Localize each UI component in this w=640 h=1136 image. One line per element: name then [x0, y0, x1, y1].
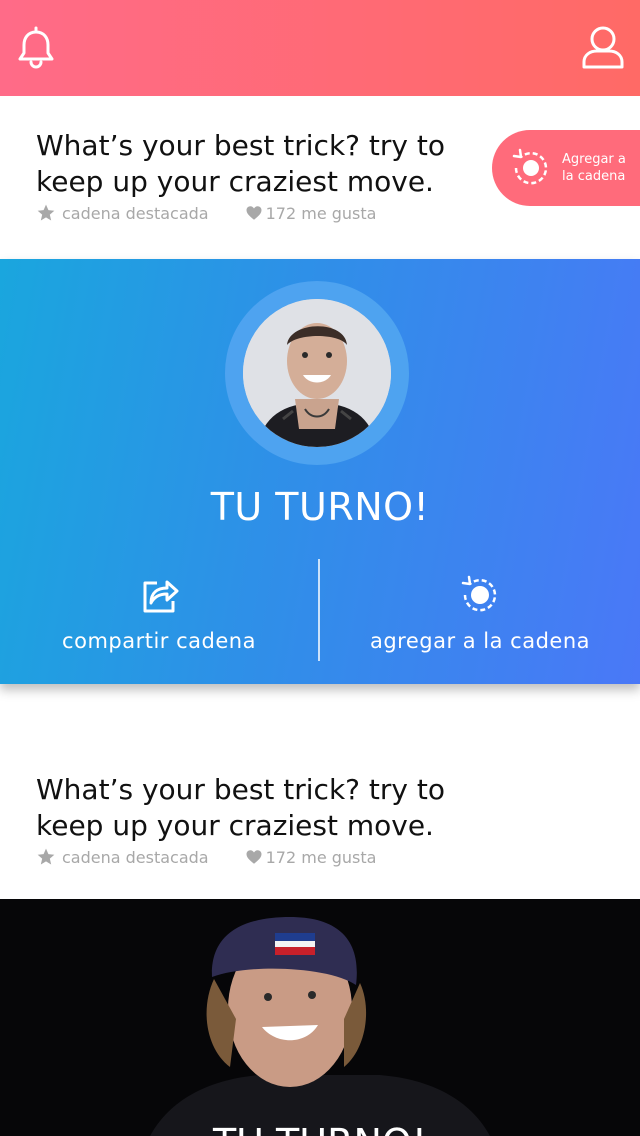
user-icon[interactable]: [580, 24, 626, 70]
likes-meta: 172 me gusta: [245, 847, 377, 867]
likes-meta: 172 me gusta: [245, 203, 377, 223]
add-to-chain-label: Agregar a la cadena: [562, 152, 626, 184]
post-meta: cadena destacada 172 me gusta: [36, 846, 376, 868]
post-title: What’s your best trick? try to keep up y…: [36, 773, 445, 842]
avatar-photo: [243, 299, 391, 447]
turn-label: TU TURNO!: [210, 485, 430, 529]
share-chain-button[interactable]: compartir cadena: [0, 569, 318, 661]
featured-label: cadena destacada: [62, 203, 209, 223]
photo-card[interactable]: TU TURNO!: [0, 899, 640, 1136]
add-chain-button[interactable]: agregar a la cadena: [320, 569, 640, 661]
share-icon: [143, 580, 179, 613]
top-bar: [0, 0, 640, 96]
heart-icon: [246, 206, 262, 220]
featured-label: cadena destacada: [62, 847, 209, 867]
featured-meta: cadena destacada: [36, 847, 209, 867]
photo-turn-label: TU TURNO!: [0, 1121, 640, 1136]
share-chain-label: compartir cadena: [62, 629, 256, 653]
post-header: What’s your best trick? try to keep up y…: [0, 740, 640, 899]
add-to-chain-button[interactable]: Agregar a la cadena: [492, 130, 640, 206]
chain-rotate-icon: [512, 148, 548, 185]
add-chain-label: agregar a la cadena: [369, 629, 591, 653]
post-meta: cadena destacada 172 me gusta: [36, 202, 376, 224]
avatar-ring: [225, 281, 409, 465]
featured-meta: cadena destacada: [36, 203, 209, 223]
likes-label: 172 me gusta: [265, 847, 377, 867]
star-icon: [37, 848, 55, 865]
bell-icon[interactable]: [14, 26, 58, 70]
chain-rotate-icon: [461, 575, 497, 612]
avatar[interactable]: [243, 299, 391, 447]
turn-card: TU TURNO! compartir cadena agregar a la …: [0, 259, 640, 684]
post-photo: [0, 899, 640, 1136]
likes-label: 172 me gusta: [265, 203, 377, 223]
star-icon: [37, 204, 55, 221]
heart-icon: [246, 850, 262, 864]
post-title: What’s your best trick? try to keep up y…: [36, 129, 445, 198]
